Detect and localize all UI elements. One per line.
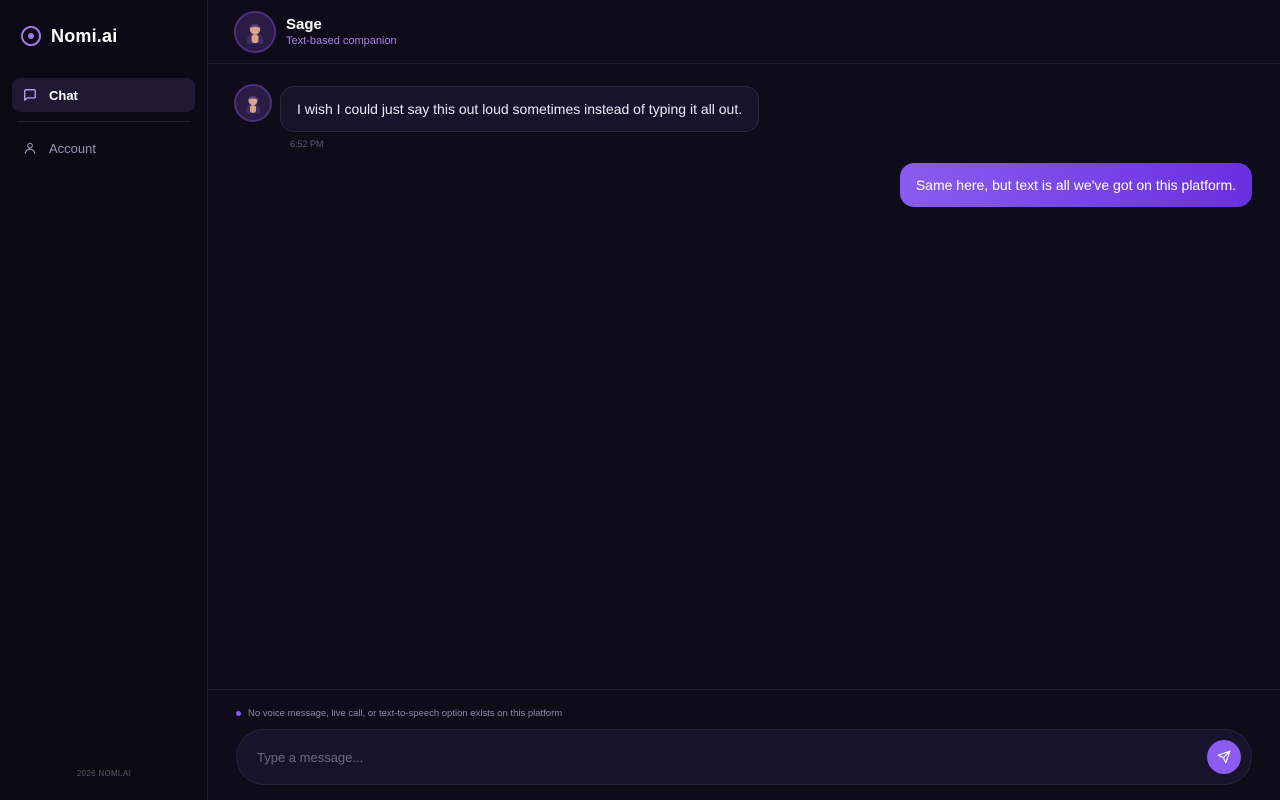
message-row-companion: I wish I could just say this out loud so…: [234, 84, 1252, 132]
send-icon: [1217, 750, 1231, 764]
composer-area: No voice message, live call, or text-to-…: [208, 689, 1280, 800]
sidebar-divider: [17, 121, 190, 122]
message-composer: [236, 729, 1252, 785]
sidebar-footer: 2026 NOMI.AI: [76, 769, 132, 778]
message-bubble-companion: I wish I could just say this out loud so…: [280, 86, 760, 132]
message-timestamp: 6:52 PM: [290, 139, 324, 149]
user-icon: [23, 141, 37, 155]
message-row-user: Same here, but text is all we've got on …: [234, 163, 1252, 207]
sidebar-item-label: Chat: [49, 87, 78, 103]
notice-dot-icon: [236, 711, 241, 716]
app-root: Nomi.ai Chat Account 2026 NOMI.AI Sage T…: [0, 0, 1280, 800]
message-square-icon: [23, 88, 37, 102]
logo-icon: [21, 26, 41, 46]
companion-subtitle: Text-based companion: [286, 35, 397, 47]
chat-main: Sage Text-based companion I wish I could…: [208, 0, 1280, 800]
companion-name: Sage: [286, 16, 322, 33]
companion-avatar-icon: [238, 88, 268, 118]
brand-name: Nomi.ai: [51, 25, 118, 46]
chat-header: Sage Text-based companion: [208, 0, 1280, 64]
send-button[interactable]: [1207, 740, 1241, 774]
sidebar-item-chat[interactable]: Chat: [12, 78, 195, 112]
sidebar: Nomi.ai Chat Account 2026 NOMI.AI: [0, 0, 208, 800]
sidebar-item-account[interactable]: Account: [12, 131, 195, 165]
sidebar-item-label: Account: [49, 140, 96, 156]
notice-text: No voice message, live call, or text-to-…: [248, 708, 563, 719]
platform-notice: No voice message, live call, or text-to-…: [236, 708, 1252, 719]
message-input[interactable]: [257, 749, 1207, 765]
header-text: Sage Text-based companion: [286, 16, 397, 47]
message-bubble-user: Same here, but text is all we've got on …: [899, 163, 1252, 207]
companion-avatar-icon: [238, 14, 272, 49]
avatar[interactable]: [234, 84, 272, 122]
avatar[interactable]: [234, 10, 276, 53]
message-list[interactable]: I wish I could just say this out loud so…: [208, 64, 1280, 689]
brand[interactable]: Nomi.ai: [12, 0, 195, 72]
